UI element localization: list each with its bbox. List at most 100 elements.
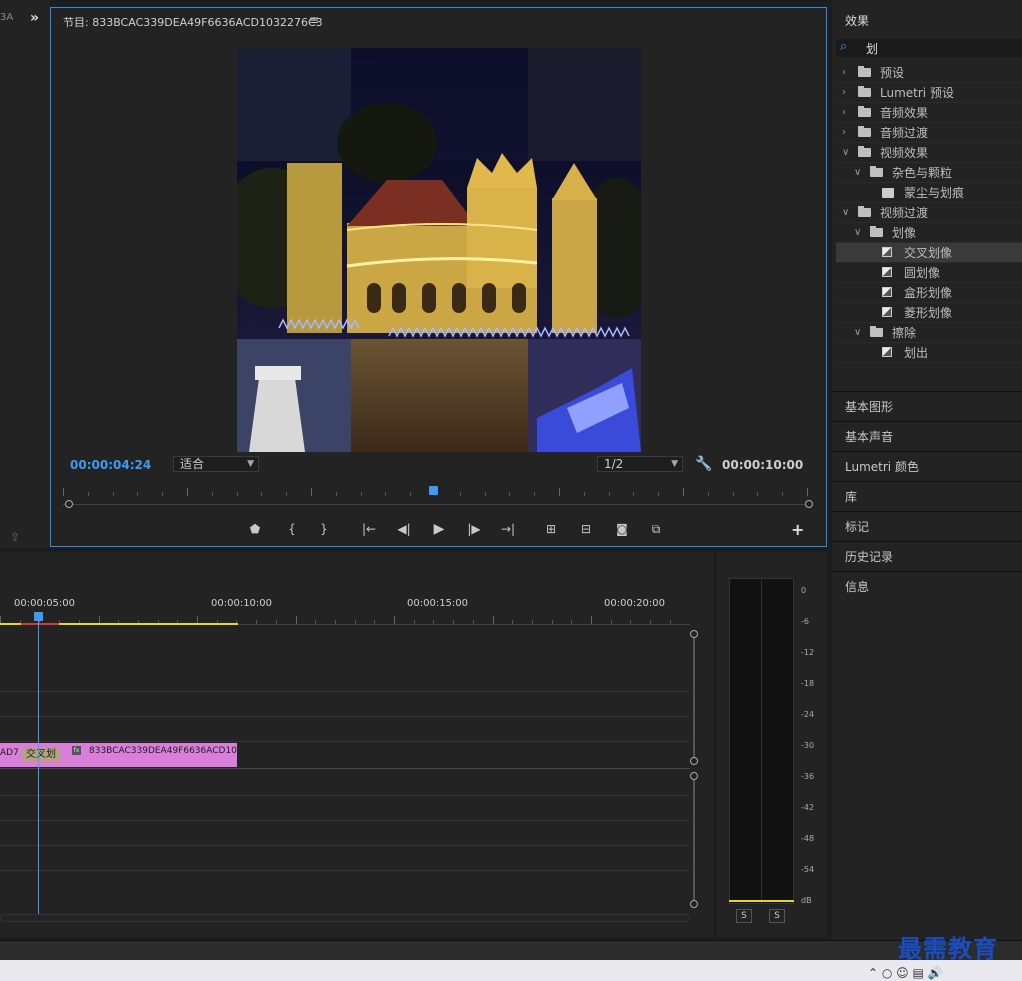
- monitor-playhead[interactable]: [429, 486, 438, 495]
- ruler-tick: [410, 492, 412, 496]
- panel-tab[interactable]: 库: [832, 481, 1022, 511]
- effects-tree-item[interactable]: 交叉划像: [836, 243, 1022, 263]
- mark-out-button[interactable]: }: [314, 522, 334, 536]
- step-back-button[interactable]: ◀|: [394, 522, 414, 536]
- button-editor-icon[interactable]: +: [791, 520, 804, 539]
- export-icon[interactable]: ⇪: [10, 530, 20, 544]
- db-label: -30: [801, 741, 815, 750]
- castle-night-frame: [237, 48, 641, 452]
- zoom-handle-right[interactable]: [805, 500, 813, 508]
- effects-tree-item[interactable]: › Lumetri 预设: [836, 83, 1022, 103]
- lift-button[interactable]: ⊞: [541, 522, 561, 536]
- folder-icon: [870, 226, 883, 237]
- video-audio-divider[interactable]: [0, 768, 690, 769]
- search-query: 划: [866, 42, 879, 56]
- panel-overflow-icon[interactable]: »: [30, 10, 39, 26]
- chevron-right-icon[interactable]: ›: [842, 83, 846, 103]
- watermark: 最需教育: [898, 934, 998, 963]
- fx-badge[interactable]: fx: [72, 746, 81, 755]
- scroll-handle[interactable]: [690, 757, 698, 765]
- effects-tree-item[interactable]: 菱形划像: [836, 303, 1022, 323]
- zoom-handle-left[interactable]: [65, 500, 73, 508]
- effects-tree-label: 圆划像: [904, 266, 941, 280]
- scroll-handle[interactable]: [690, 630, 698, 638]
- chevron-down-icon[interactable]: ∨: [842, 143, 849, 163]
- ruler-tick: [782, 492, 784, 496]
- go-to-in-button[interactable]: |←: [359, 522, 379, 536]
- fit-dropdown[interactable]: 适合 ▼: [173, 456, 259, 472]
- timeline-horizontal-scrollbar[interactable]: [0, 914, 690, 922]
- effects-tree-item[interactable]: ∨ 杂色与颗粒: [836, 163, 1022, 183]
- resolution-dropdown[interactable]: 1/2 ▼: [597, 456, 683, 472]
- panel-tab[interactable]: Lumetri 颜色: [832, 451, 1022, 481]
- effects-tree-item[interactable]: ∨ 擦除: [836, 323, 1022, 343]
- panel-tab[interactable]: 基本图形: [832, 391, 1022, 421]
- audio-track-scrollbar[interactable]: [693, 776, 695, 902]
- transition-marker[interactable]: 交叉划: [22, 748, 60, 761]
- video-track-scrollbar[interactable]: [693, 634, 695, 760]
- clip-name-left: AD7: [0, 748, 19, 758]
- effects-tree-item[interactable]: ∨ 视频过渡: [836, 203, 1022, 223]
- solo-left-button[interactable]: S: [736, 909, 752, 923]
- ruler-tick: [335, 492, 337, 496]
- effects-tree-item[interactable]: › 音频效果: [836, 103, 1022, 123]
- folder-icon: [858, 106, 871, 117]
- export-frame-button[interactable]: ◙: [612, 522, 632, 536]
- panel-tab[interactable]: 基本声音: [832, 421, 1022, 451]
- effects-tree-item[interactable]: 蒙尘与划痕: [836, 183, 1022, 203]
- folder-icon: [858, 206, 871, 217]
- project-panel-edge: 3A » ⇪: [0, 0, 50, 548]
- effects-tree-item[interactable]: 盒形划像: [836, 283, 1022, 303]
- effects-tree-item[interactable]: › 音频过渡: [836, 123, 1022, 143]
- scroll-handle[interactable]: [690, 772, 698, 780]
- ruler-tick: [591, 616, 592, 624]
- video-clip[interactable]: AD7 交叉划 fx 833BCAC339DEA49F6636ACD10322: [0, 743, 254, 767]
- effects-search-input[interactable]: ⌕ 划: [836, 39, 1022, 57]
- go-to-out-button[interactable]: →|: [498, 522, 518, 536]
- chevron-down-icon[interactable]: ∨: [842, 203, 849, 223]
- track-height-scroller[interactable]: [690, 630, 698, 910]
- effects-tree-item[interactable]: 圆划像: [836, 263, 1022, 283]
- ruler-tick: [295, 616, 297, 624]
- chevron-right-icon[interactable]: ›: [842, 63, 846, 83]
- effects-tree-item[interactable]: ∨ 划像: [836, 223, 1022, 243]
- panel-menu-icon[interactable]: ≡: [309, 13, 319, 27]
- ruler-tick: [137, 492, 139, 496]
- step-forward-button[interactable]: |▶: [464, 522, 484, 536]
- effects-tree-item[interactable]: ∨ 视频效果: [836, 143, 1022, 163]
- timeline-panel: 00:00:05:00 00:00:10:00 00:00:15:00 00:0…: [0, 552, 713, 937]
- settings-wrench-icon[interactable]: 🔧: [695, 456, 712, 472]
- panel-tab[interactable]: 信息: [832, 571, 1022, 601]
- extract-button[interactable]: ⊟: [576, 522, 596, 536]
- effects-tree-label: 划出: [904, 346, 929, 360]
- solo-right-button[interactable]: S: [769, 909, 785, 923]
- scroll-handle[interactable]: [690, 900, 698, 908]
- chevron-right-icon[interactable]: ›: [842, 103, 846, 123]
- ruler-tick: [732, 492, 734, 496]
- monitor-title[interactable]: 节目: 833BCAC339DEA49F6636ACD1032276C3: [63, 14, 323, 30]
- db-label: -12: [801, 648, 815, 657]
- effects-tree-item[interactable]: 划出: [836, 343, 1022, 363]
- folder-icon: [858, 66, 871, 77]
- system-tray-icons[interactable]: ⌃ ○ ☺ ▤ 🔊: [868, 966, 943, 980]
- chevron-right-icon[interactable]: ›: [842, 123, 846, 143]
- mark-in-button[interactable]: {: [282, 522, 302, 536]
- clip-name-right: 833BCAC339DEA49F6636ACD10322: [89, 746, 255, 756]
- chevron-down-icon[interactable]: ∨: [854, 323, 861, 343]
- panel-tab[interactable]: 历史记录: [832, 541, 1022, 571]
- db-label: dB: [801, 896, 812, 905]
- transition-icon: [882, 247, 892, 257]
- effects-tree-item[interactable]: › 预设: [836, 63, 1022, 83]
- duration-timecode: 00:00:10:00: [722, 458, 804, 472]
- chevron-down-icon[interactable]: ∨: [854, 223, 861, 243]
- meter-level: [729, 900, 794, 902]
- current-timecode[interactable]: 00:00:04:24: [70, 458, 151, 472]
- panel-tab[interactable]: 标记: [832, 511, 1022, 541]
- chevron-down-icon[interactable]: ∨: [854, 163, 861, 183]
- monitor-scrub-bar[interactable]: [63, 504, 809, 505]
- comparison-view-button[interactable]: ⧉: [646, 522, 666, 537]
- effects-title[interactable]: 效果: [845, 12, 869, 29]
- add-marker-button[interactable]: ⬟: [245, 522, 265, 536]
- ruler-tick: [360, 492, 362, 496]
- play-button[interactable]: ▶: [429, 521, 449, 537]
